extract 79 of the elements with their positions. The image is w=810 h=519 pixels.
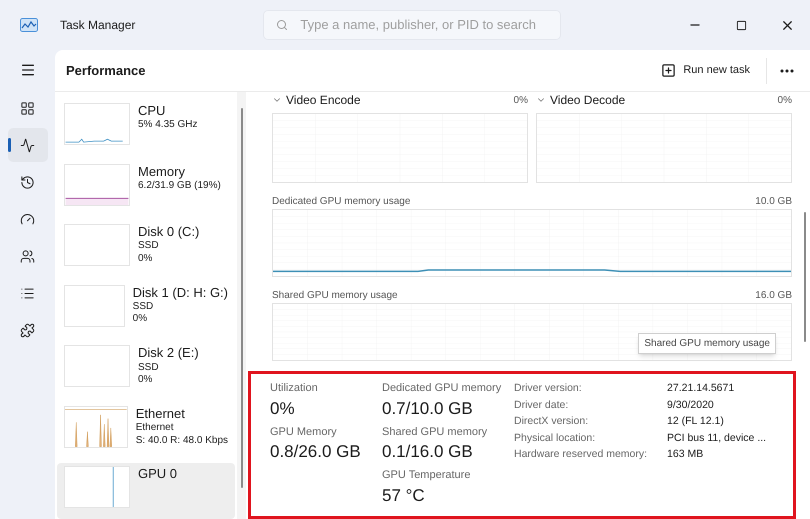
device-detail: S: 40.0 R: 48.0 Kbps <box>136 434 228 448</box>
list-scrollbar[interactable] <box>237 92 246 519</box>
stat-label: Dedicated GPU memory <box>382 381 500 396</box>
grid-icon <box>20 100 35 116</box>
property-value: 12 (FL 12.1) <box>667 414 725 429</box>
users-icon <box>20 248 35 264</box>
device-item[interactable]: Ethernet Ethernet S: 40.0 R: 48.0 Kbps <box>57 402 235 458</box>
stat-label: GPU Temperature <box>382 468 472 483</box>
disk-sparkline <box>64 284 125 327</box>
device-name: GPU 0 <box>138 466 178 483</box>
device-detail: 6.2/31.9 GB (19%) <box>138 180 221 192</box>
list-icon <box>20 286 35 300</box>
device-item[interactable]: GPU 0 <box>57 463 235 519</box>
property-label: Driver version: <box>514 381 583 396</box>
device-detail: SSD <box>132 300 154 314</box>
tooltip: Shared GPU memory usage <box>638 333 776 354</box>
property-label: DirectX version: <box>514 414 590 429</box>
device-item[interactable]: Disk 0 (C:) SSD 0% <box>57 221 235 277</box>
property-label: Driver date: <box>514 398 570 412</box>
search-input[interactable]: Type a name, publisher, or PID to search <box>300 15 548 35</box>
device-name: Disk 0 (C:) <box>138 224 200 240</box>
graph-title: Video Decode <box>550 92 626 109</box>
app-icon <box>20 18 38 32</box>
device-item[interactable]: Disk 2 (E:) SSD 0% <box>57 342 235 398</box>
device-detail: 0% <box>138 374 154 387</box>
stat-label: Shared GPU memory <box>382 424 488 440</box>
maximize-icon <box>736 20 746 30</box>
menu-icon <box>20 62 36 78</box>
device-name: Disk 1 (D: H: G:) <box>132 284 228 301</box>
graph-value: 0% <box>514 94 528 108</box>
search-field[interactable]: Type a name, publisher, or PID to search <box>263 10 562 40</box>
pulse-chart-icon <box>20 138 35 152</box>
device-detail: 0% <box>132 313 148 326</box>
stat-value: 0.8/26.0 GB <box>270 441 362 463</box>
more-icon <box>780 68 794 72</box>
stat-value: 0.7/10.0 GB <box>382 398 474 420</box>
device-item[interactable]: Disk 1 (D: H: G:) SSD 0% <box>57 282 235 338</box>
disk-sparkline <box>64 345 130 388</box>
page-title: Performance <box>66 62 146 80</box>
stat-label: GPU Memory <box>270 424 338 440</box>
graph-title: Dedicated GPU memory usage <box>272 195 410 206</box>
stat-label: Utilization <box>270 381 319 396</box>
disk-sparkline <box>64 224 130 266</box>
device-detail: SSD <box>138 240 160 253</box>
device-detail: Ethernet <box>136 422 175 435</box>
puzzle-icon <box>20 322 35 338</box>
property-value: 27.21.14.5671 <box>667 381 736 396</box>
graph-value: 0% <box>778 94 792 108</box>
graph-max: 10.0 GB <box>755 195 792 206</box>
graph-title: Shared GPU memory usage <box>272 289 398 300</box>
stat-value: 0.1/16.0 GB <box>382 441 474 463</box>
device-name: Ethernet <box>136 406 186 422</box>
device-detail: SSD <box>138 362 160 374</box>
device-name: CPU <box>138 103 166 120</box>
memory-sparkline <box>64 164 130 206</box>
property-value: 9/30/2020 <box>667 398 715 412</box>
gpu-sparkline <box>64 466 130 508</box>
property-value: 163 MB <box>667 447 704 462</box>
device-detail: 5% 4.35 GHz <box>138 119 198 132</box>
new-task-icon <box>661 63 676 78</box>
stat-value: 0% <box>270 398 296 420</box>
graph-title: Video Encode <box>286 92 361 109</box>
graph-max: 16.0 GB <box>755 289 792 300</box>
property-label: Physical location: <box>514 430 596 446</box>
device-item[interactable]: Memory 6.2/31.9 GB (19%) <box>57 160 235 216</box>
window-title: Task Manager <box>60 17 136 34</box>
device-item[interactable]: CPU 5% 4.35 GHz <box>57 100 235 156</box>
device-name: Memory <box>138 164 186 180</box>
property-label: Hardware reserved memory: <box>514 447 648 462</box>
device-name: Disk 2 (E:) <box>138 345 199 362</box>
device-detail: 0% <box>138 252 154 266</box>
search-icon <box>276 19 288 31</box>
history-icon <box>20 174 35 190</box>
ethernet-sparkline <box>64 406 128 448</box>
run-new-task-button[interactable]: Run new task <box>655 56 756 86</box>
gauge-icon <box>20 212 35 226</box>
stat-value: 57 °C <box>382 484 426 506</box>
cpu-sparkline <box>64 103 130 145</box>
property-value: PCI bus 11, device ... <box>667 430 766 446</box>
